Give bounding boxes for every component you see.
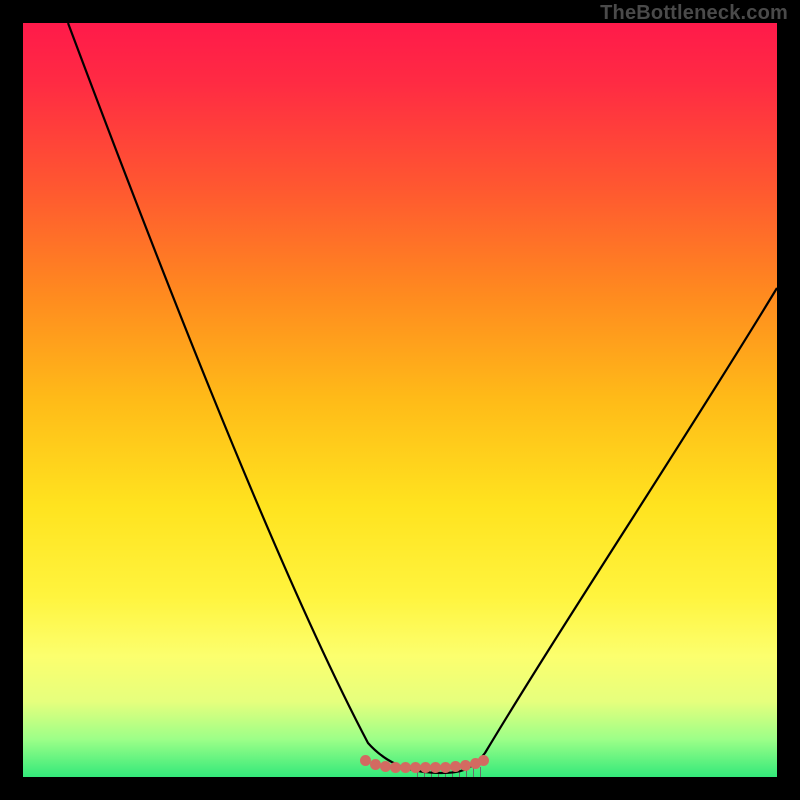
bottleneck-gradient-background [23,23,777,777]
chart-frame: TheBottleneck.com [0,0,800,800]
watermark-text: TheBottleneck.com [600,2,788,25]
plot-area [23,23,777,777]
